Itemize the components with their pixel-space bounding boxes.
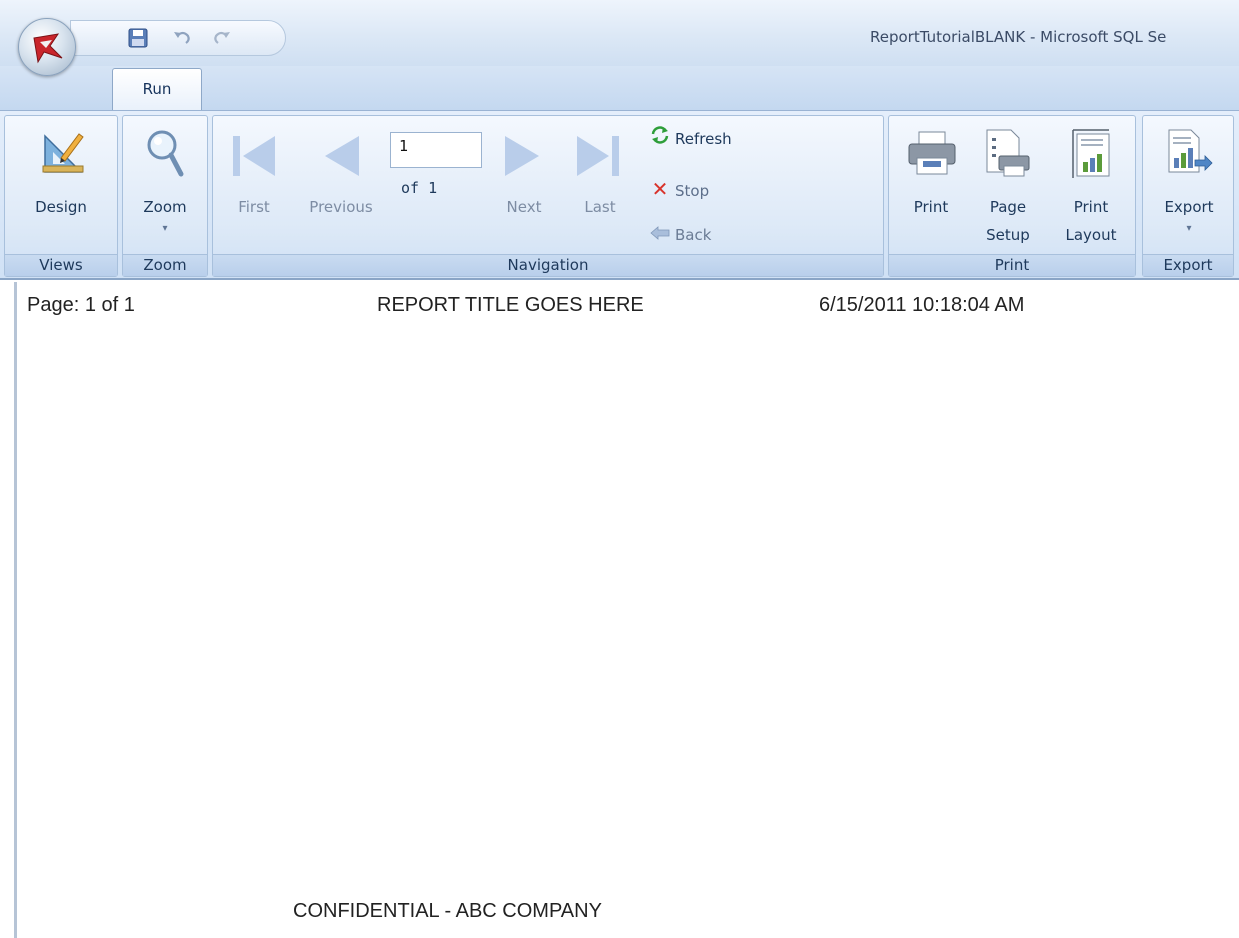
design-label: Design bbox=[35, 198, 87, 216]
refresh-button[interactable]: Refresh bbox=[649, 126, 732, 152]
first-label: First bbox=[238, 198, 270, 216]
print-layout-button[interactable]: Print Layout bbox=[1051, 124, 1131, 248]
next-page-button[interactable]: Next bbox=[493, 124, 555, 244]
group-zoom: Zoom ▾ Zoom bbox=[122, 115, 208, 277]
page-setup-label-line2: Setup bbox=[986, 226, 1030, 244]
title-bar: ReportTutorialBLANK - Microsoft SQL Se bbox=[0, 0, 1239, 76]
quick-access-toolbar bbox=[70, 20, 286, 56]
back-label: Back bbox=[675, 226, 712, 244]
group-label-print: Print bbox=[889, 254, 1135, 276]
print-layout-icon bbox=[1072, 129, 1110, 178]
last-page-button[interactable]: Last bbox=[563, 124, 637, 244]
refresh-label: Refresh bbox=[675, 130, 732, 148]
stop-x-icon: ✕ bbox=[651, 177, 669, 201]
stop-button[interactable]: ✕ Stop bbox=[649, 176, 710, 202]
save-icon[interactable] bbox=[127, 28, 149, 48]
printer-icon bbox=[908, 131, 956, 175]
next-page-icon bbox=[505, 136, 539, 176]
application-menu-button[interactable] bbox=[18, 18, 76, 76]
window-title: ReportTutorialBLANK - Microsoft SQL Se bbox=[870, 28, 1167, 46]
zoom-label: Zoom bbox=[143, 198, 187, 216]
report-builder-logo-icon bbox=[33, 33, 63, 64]
ribbon: Design Views Zoom ▾ Zoom First Previous … bbox=[0, 110, 1239, 280]
zoom-dropdown-arrow-icon: ▾ bbox=[162, 223, 168, 234]
tab-run[interactable]: Run bbox=[112, 68, 202, 110]
export-icon bbox=[1168, 129, 1213, 173]
export-button[interactable]: Export ▾ bbox=[1147, 124, 1231, 248]
page-number-input[interactable]: 1 bbox=[390, 132, 482, 168]
refresh-icon bbox=[649, 126, 671, 152]
page-count-text: of 1 bbox=[401, 179, 438, 197]
group-label-navigation: Navigation bbox=[213, 254, 883, 276]
report-footer: CONFIDENTIAL - ABC COMPANY bbox=[293, 900, 602, 922]
print-layout-label-line1: Print bbox=[1073, 198, 1109, 216]
report-title: REPORT TITLE GOES HERE bbox=[377, 294, 644, 316]
print-button[interactable]: Print bbox=[895, 124, 967, 248]
group-print: Print Page Setup Print Layout Print bbox=[888, 115, 1136, 277]
last-page-icon bbox=[577, 136, 619, 176]
ribbon-tab-strip: Run bbox=[0, 66, 1239, 110]
group-label-export: Export bbox=[1143, 254, 1233, 276]
report-preview-area[interactable]: Page: 1 of 1 REPORT TITLE GOES HERE 6/15… bbox=[14, 282, 1239, 938]
magnifier-icon bbox=[147, 130, 184, 177]
stop-label: Stop bbox=[675, 182, 710, 200]
group-navigation: First Previous 1 of 1 Next Last Refresh … bbox=[212, 115, 884, 277]
undo-icon[interactable] bbox=[171, 28, 193, 48]
group-export: Export ▾ Export bbox=[1142, 115, 1234, 277]
back-button[interactable]: Back bbox=[649, 222, 711, 248]
report-timestamp: 6/15/2011 10:18:04 AM bbox=[819, 294, 1025, 316]
page-setup-icon bbox=[986, 129, 1030, 177]
previous-label: Previous bbox=[309, 198, 373, 216]
zoom-button[interactable]: Zoom ▾ bbox=[125, 124, 205, 248]
back-arrow-icon bbox=[649, 222, 671, 248]
previous-page-icon bbox=[325, 136, 359, 176]
page-setup-button[interactable]: Page Setup bbox=[969, 124, 1047, 248]
export-dropdown-arrow-icon: ▾ bbox=[1186, 223, 1192, 234]
report-page-info: Page: 1 of 1 bbox=[27, 294, 135, 316]
design-button[interactable]: Design bbox=[9, 124, 113, 244]
export-label: Export bbox=[1164, 198, 1214, 216]
group-views: Design Views bbox=[4, 115, 118, 277]
redo-icon[interactable] bbox=[211, 28, 233, 48]
next-label: Next bbox=[506, 198, 542, 216]
page-setup-label-line1: Page bbox=[989, 198, 1027, 216]
first-page-icon bbox=[233, 136, 275, 176]
group-label-zoom: Zoom bbox=[123, 254, 207, 276]
previous-page-button[interactable]: Previous bbox=[293, 124, 389, 244]
print-layout-label-line2: Layout bbox=[1065, 226, 1117, 244]
group-label-views: Views bbox=[5, 254, 117, 276]
print-label: Print bbox=[913, 198, 949, 216]
design-icon bbox=[42, 133, 84, 173]
first-page-button[interactable]: First bbox=[219, 124, 289, 244]
last-label: Last bbox=[584, 198, 616, 216]
